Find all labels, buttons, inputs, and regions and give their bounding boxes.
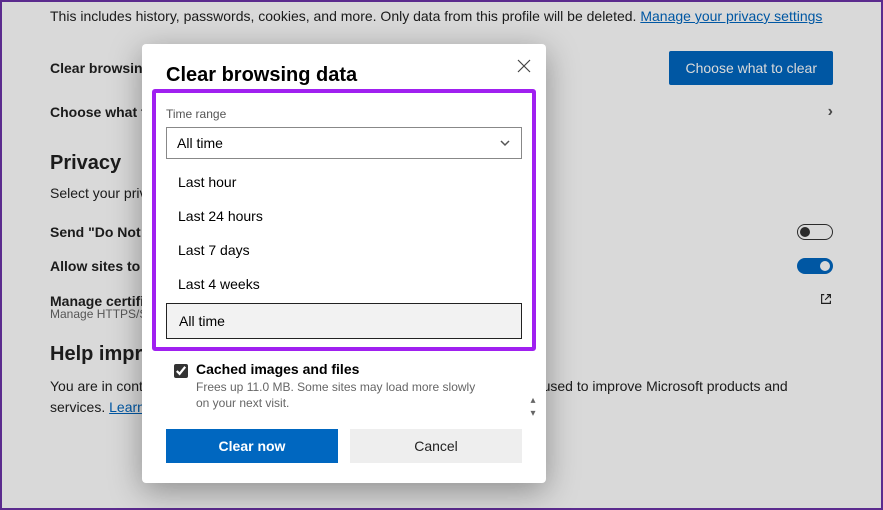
cached-images-desc: Frees up 11.0 MB. Some sites may load mo… [196, 379, 486, 411]
cached-images-checkbox[interactable] [174, 364, 188, 378]
chevron-down-icon [499, 137, 511, 149]
dropdown-option-last-24-hours[interactable]: Last 24 hours [166, 199, 522, 233]
dialog-scrollbar[interactable]: ▴ ▾ [526, 395, 540, 419]
clear-now-button[interactable]: Clear now [166, 429, 338, 463]
cached-images-row: Cached images and files Frees up 11.0 MB… [166, 361, 522, 411]
scroll-down-icon[interactable]: ▾ [530, 408, 535, 419]
dropdown-option-last-7-days[interactable]: Last 7 days [166, 233, 522, 267]
time-range-highlight: Time range All time Last hour Last 24 ho… [152, 89, 536, 351]
close-icon[interactable] [516, 58, 532, 79]
time-range-select[interactable]: All time [166, 127, 522, 159]
scroll-up-icon[interactable]: ▴ [530, 395, 535, 406]
dropdown-option-last-hour[interactable]: Last hour [166, 165, 522, 199]
dialog-title: Clear browsing data [166, 64, 522, 87]
cancel-button[interactable]: Cancel [350, 429, 522, 463]
dropdown-option-last-4-weeks[interactable]: Last 4 weeks [166, 267, 522, 301]
time-range-dropdown: Last hour Last 24 hours Last 7 days Last… [166, 165, 522, 339]
cached-images-title: Cached images and files [196, 361, 486, 377]
time-range-selected: All time [177, 135, 223, 151]
clear-browsing-data-dialog: Clear browsing data Time range All time … [142, 44, 546, 483]
time-range-label: Time range [166, 107, 522, 121]
dropdown-option-all-time[interactable]: All time [166, 303, 522, 339]
